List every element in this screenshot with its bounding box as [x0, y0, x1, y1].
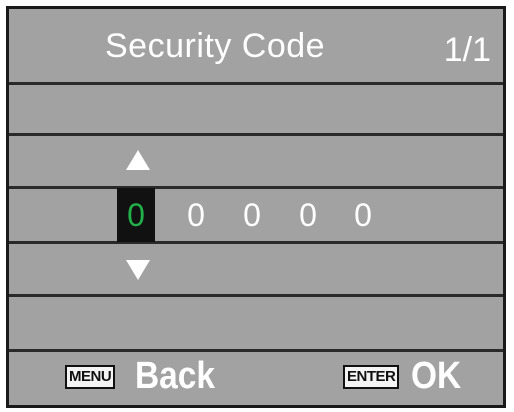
- triangle-up-icon[interactable]: [126, 150, 150, 170]
- enter-key-icon: ENTER: [343, 365, 400, 389]
- divider: [9, 82, 503, 85]
- triangle-down-icon[interactable]: [126, 260, 150, 280]
- divider: [9, 133, 503, 136]
- security-code-screen: Security Code 1/1 0 0 0 0 0 MENU Back EN…: [6, 6, 506, 408]
- code-digit-1[interactable]: 0: [117, 188, 155, 242]
- code-digit-4[interactable]: 0: [289, 188, 327, 242]
- menu-key-icon: MENU: [65, 365, 116, 389]
- header: Security Code 1/1: [9, 9, 503, 85]
- footer-bar: MENU Back ENTER OK: [9, 349, 503, 405]
- ok-button[interactable]: OK: [411, 355, 461, 398]
- page-title: Security Code: [105, 27, 326, 65]
- code-digit-3[interactable]: 0: [233, 188, 271, 242]
- divider: [9, 294, 503, 297]
- code-digit-2[interactable]: 0: [177, 188, 215, 242]
- code-digit-5[interactable]: 0: [344, 188, 382, 242]
- back-button[interactable]: Back: [135, 355, 215, 398]
- page-indicator: 1/1: [443, 31, 491, 69]
